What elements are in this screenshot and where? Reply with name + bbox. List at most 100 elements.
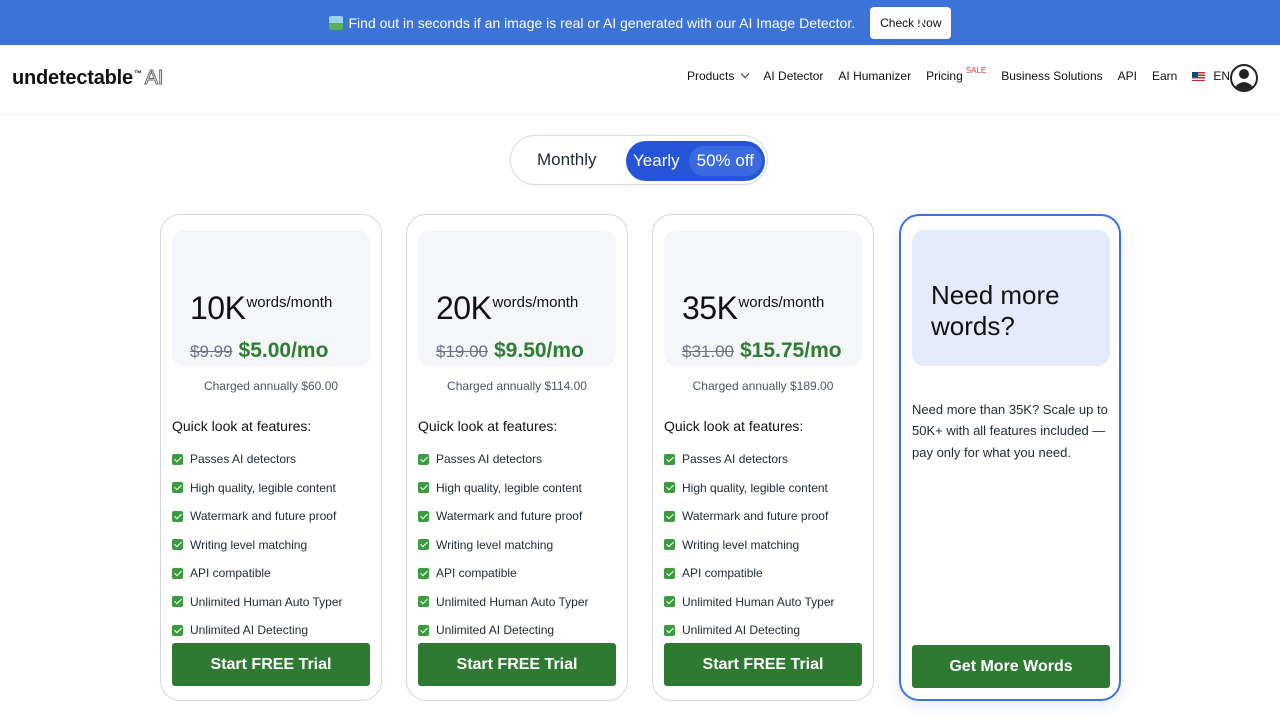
feature-label: Passes AI detectors bbox=[190, 452, 297, 467]
checkbox-checked-icon bbox=[418, 453, 429, 465]
checkbox-checked-icon bbox=[418, 596, 429, 608]
list-item: Writing level matching bbox=[418, 531, 589, 560]
new-price: $15.75/mo bbox=[740, 339, 842, 362]
discount-badge: 50% off bbox=[688, 146, 762, 176]
feature-label: API compatible bbox=[682, 566, 763, 581]
feature-label: Unlimited AI Detecting bbox=[436, 623, 555, 638]
chevron-down-icon bbox=[741, 69, 750, 79]
list-item: High quality, legible content bbox=[664, 474, 835, 503]
list-item: High quality, legible content bbox=[172, 474, 343, 503]
start-free-trial-button[interactable]: Start FREE Trial bbox=[418, 643, 616, 686]
logo-ai-mark: AI bbox=[144, 67, 164, 90]
charged-annually: Charged annually $189.00 bbox=[692, 379, 834, 393]
feature-label: High quality, legible content bbox=[682, 480, 828, 495]
plan-card-10k: 10K words/month $9.99 $5.00/mo Charged a… bbox=[160, 214, 382, 701]
nav-products[interactable]: Products bbox=[687, 69, 750, 83]
close-icon[interactable]: × bbox=[914, 12, 930, 32]
nav-earn[interactable]: Earn bbox=[1152, 69, 1177, 83]
list-item: API compatible bbox=[172, 559, 343, 588]
logo[interactable]: undetectable ™ AI bbox=[12, 67, 164, 90]
toggle-monthly[interactable]: Monthly bbox=[537, 150, 597, 170]
new-price: $5.00/mo bbox=[238, 339, 329, 362]
announcement-banner: Find out in seconds if an image is real … bbox=[0, 0, 1280, 45]
feature-label: Writing level matching bbox=[436, 537, 554, 552]
logo-trademark: ™ bbox=[133, 69, 142, 78]
checkbox-checked-icon bbox=[664, 510, 675, 522]
price-box: 35K words/month $31.00 $15.75/mo bbox=[664, 230, 862, 366]
get-more-words-button[interactable]: Get More Words bbox=[912, 645, 1110, 688]
start-free-trial-button[interactable]: Start FREE Trial bbox=[664, 643, 862, 686]
feature-label: Watermark and future proof bbox=[190, 509, 337, 524]
feature-label: Passes AI detectors bbox=[436, 452, 543, 467]
need-more-box: Need more words? bbox=[912, 230, 1110, 366]
checkbox-checked-icon bbox=[418, 510, 429, 522]
list-item: Watermark and future proof bbox=[418, 502, 589, 531]
list-item: Writing level matching bbox=[664, 531, 835, 560]
list-item: Passes AI detectors bbox=[664, 445, 835, 474]
feature-label: High quality, legible content bbox=[190, 480, 336, 495]
charged-annually: Charged annually $114.00 bbox=[447, 379, 587, 393]
plan-card-custom: Need more words? Need more than 35K? Sca… bbox=[899, 214, 1121, 701]
charged-annually: Charged annually $60.00 bbox=[203, 379, 339, 393]
checkbox-checked-icon bbox=[172, 510, 183, 522]
prices: $31.00 $15.75/mo bbox=[682, 339, 842, 363]
plan-card-35k: 35K words/month $31.00 $15.75/mo Charged… bbox=[652, 214, 874, 701]
us-flag-icon bbox=[1192, 71, 1206, 81]
checkbox-checked-icon bbox=[172, 567, 183, 579]
checkbox-checked-icon bbox=[172, 482, 183, 494]
list-item: Unlimited AI Detecting bbox=[664, 616, 835, 645]
word-quota: 35K words/month bbox=[682, 292, 824, 324]
list-item: Writing level matching bbox=[172, 531, 343, 560]
old-price: $19.00 bbox=[436, 342, 488, 361]
features-title: Quick look at features: bbox=[418, 418, 558, 434]
feature-list: Passes AI detectors High quality, legibl… bbox=[664, 445, 835, 645]
need-more-title: Need more words? bbox=[931, 280, 1060, 342]
start-free-trial-button[interactable]: Start FREE Trial bbox=[172, 643, 370, 686]
billing-toggle: Monthly Yearly 50% off bbox=[510, 135, 768, 185]
features-title: Quick look at features: bbox=[664, 418, 804, 434]
check-now-button[interactable]: Check Now bbox=[870, 6, 952, 39]
checkbox-checked-icon bbox=[664, 624, 675, 636]
checkbox-checked-icon bbox=[418, 567, 429, 579]
nav-business-solutions[interactable]: Business Solutions bbox=[1001, 69, 1102, 83]
price-box: 10K words/month $9.99 $5.00/mo bbox=[172, 230, 370, 366]
list-item: High quality, legible content bbox=[418, 474, 589, 503]
nav-products-label: Products bbox=[687, 69, 735, 83]
feature-label: Writing level matching bbox=[190, 537, 308, 552]
checkbox-checked-icon bbox=[418, 482, 429, 494]
list-item: API compatible bbox=[664, 559, 835, 588]
checkbox-checked-icon bbox=[172, 453, 183, 465]
old-price: $31.00 bbox=[682, 342, 734, 361]
checkbox-checked-icon bbox=[664, 539, 675, 551]
list-item: Unlimited Human Auto Typer bbox=[664, 588, 835, 617]
checkbox-checked-icon bbox=[172, 539, 183, 551]
feature-label: Unlimited Human Auto Typer bbox=[190, 594, 343, 609]
word-count: 20K bbox=[436, 290, 492, 326]
nav-pricing[interactable]: Pricing SALE bbox=[926, 66, 986, 84]
feature-label: Unlimited Human Auto Typer bbox=[682, 594, 835, 609]
feature-label: Unlimited AI Detecting bbox=[190, 623, 309, 638]
feature-label: Watermark and future proof bbox=[436, 509, 583, 524]
word-unit: words/month bbox=[492, 294, 579, 311]
list-item: Unlimited Human Auto Typer bbox=[172, 588, 343, 617]
list-item: Passes AI detectors bbox=[418, 445, 589, 474]
list-item: Watermark and future proof bbox=[172, 502, 343, 531]
language-label: EN bbox=[1213, 69, 1231, 83]
list-item: Unlimited Human Auto Typer bbox=[418, 588, 589, 617]
feature-list: Passes AI detectors High quality, legibl… bbox=[418, 445, 589, 645]
new-price: $9.50/mo bbox=[494, 339, 584, 362]
old-price: $9.99 bbox=[190, 342, 233, 361]
list-item: Unlimited AI Detecting bbox=[418, 616, 589, 645]
nav-api[interactable]: API bbox=[1118, 69, 1137, 83]
nav-ai-detector[interactable]: AI Detector bbox=[763, 69, 823, 83]
checkbox-checked-icon bbox=[172, 596, 183, 608]
toggle-yearly[interactable]: Yearly 50% off bbox=[626, 141, 765, 181]
price-box: 20K words/month $19.00 $9.50/mo bbox=[418, 230, 616, 366]
word-unit: words/month bbox=[738, 294, 825, 311]
nav-ai-humanizer[interactable]: AI Humanizer bbox=[838, 69, 911, 83]
user-avatar-icon[interactable] bbox=[1230, 63, 1258, 93]
feature-label: Unlimited Human Auto Typer bbox=[436, 594, 589, 609]
checkbox-checked-icon bbox=[172, 624, 183, 636]
checkbox-checked-icon bbox=[664, 453, 675, 465]
banner-content: Find out in seconds if an image is real … bbox=[328, 6, 952, 39]
